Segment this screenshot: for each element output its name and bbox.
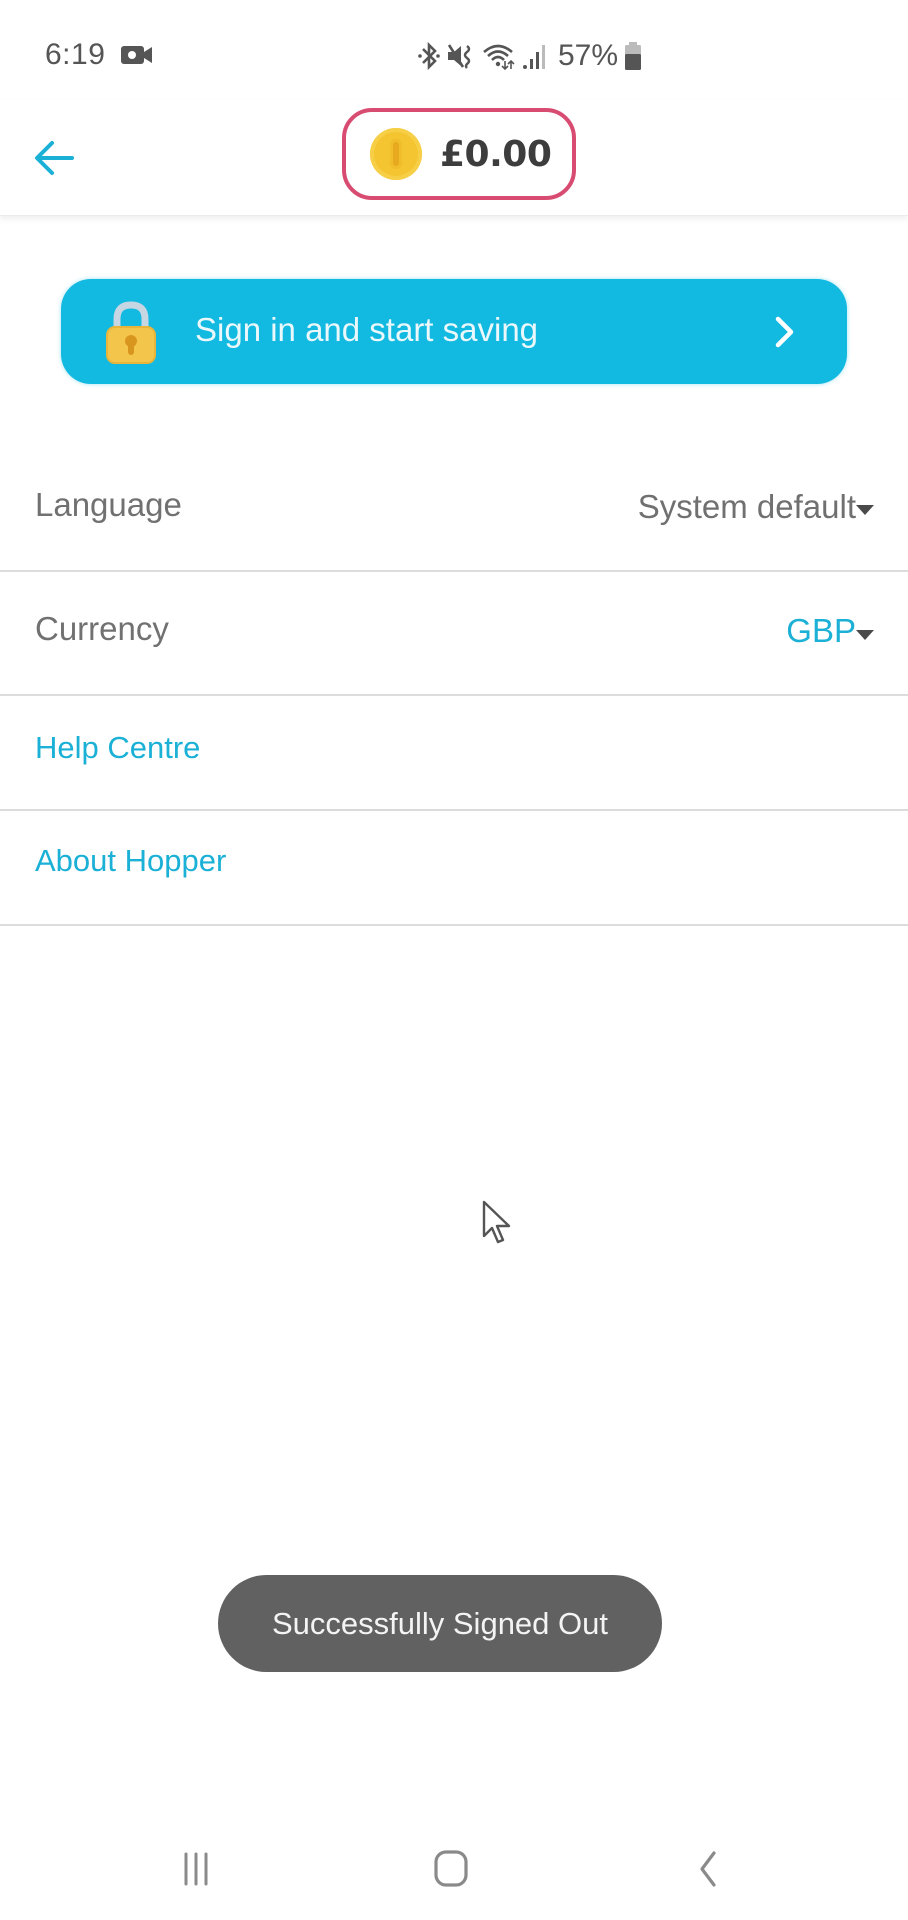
recents-icon: [184, 1852, 208, 1886]
caret-down-icon: [856, 505, 874, 515]
signin-banner-button[interactable]: Sign in and start saving: [61, 279, 847, 384]
help-centre-link[interactable]: Help Centre: [35, 730, 200, 766]
signin-label: Sign in and start saving: [195, 311, 539, 348]
language-label: Language: [35, 486, 182, 523]
caret-down-icon: [856, 630, 874, 640]
signal-icon: [523, 45, 545, 69]
chevron-right-icon: [775, 316, 794, 348]
home-button[interactable]: [421, 1844, 481, 1894]
lock-icon: [106, 301, 156, 364]
battery-icon: [625, 42, 642, 70]
language-setting[interactable]: Language System default: [0, 449, 908, 572]
battery-percent: 57%: [558, 39, 619, 72]
system-back-button[interactable]: [679, 1844, 739, 1894]
about-hopper-link[interactable]: About Hopper: [35, 843, 226, 879]
settings-list: Language System default Currency GBP Hel…: [0, 449, 908, 926]
arrow-left-icon: [35, 141, 74, 175]
language-value[interactable]: System default: [638, 488, 856, 526]
app-header: £0.00: [0, 100, 908, 216]
system-nav-bar: [0, 1820, 908, 1920]
status-time: 6:19: [45, 38, 106, 71]
balance-amount: £0.00: [440, 133, 552, 175]
vibrate-mute-icon: [447, 44, 471, 69]
wifi-icon: [483, 44, 515, 71]
status-icons: 57%: [418, 38, 642, 74]
back-button[interactable]: [30, 134, 78, 182]
currency-label: Currency: [35, 610, 169, 647]
status-bar: 6:19 57%: [0, 0, 908, 100]
home-icon: [434, 1850, 468, 1887]
balance-pill[interactable]: £0.00: [342, 108, 576, 200]
bluetooth-icon: [418, 41, 440, 71]
help-centre-row[interactable]: Help Centre: [0, 696, 908, 811]
toast-notification: Successfully Signed Out: [218, 1575, 662, 1672]
back-icon: [700, 1851, 716, 1887]
toast-message: Successfully Signed Out: [271, 1605, 608, 1641]
video-record-icon: [121, 46, 152, 64]
about-hopper-row[interactable]: About Hopper: [0, 811, 908, 926]
coin-icon: [370, 128, 422, 180]
mouse-cursor-icon: [482, 1200, 511, 1244]
currency-value[interactable]: GBP: [786, 612, 856, 650]
recents-button[interactable]: [166, 1844, 226, 1894]
currency-setting[interactable]: Currency GBP: [0, 572, 908, 696]
